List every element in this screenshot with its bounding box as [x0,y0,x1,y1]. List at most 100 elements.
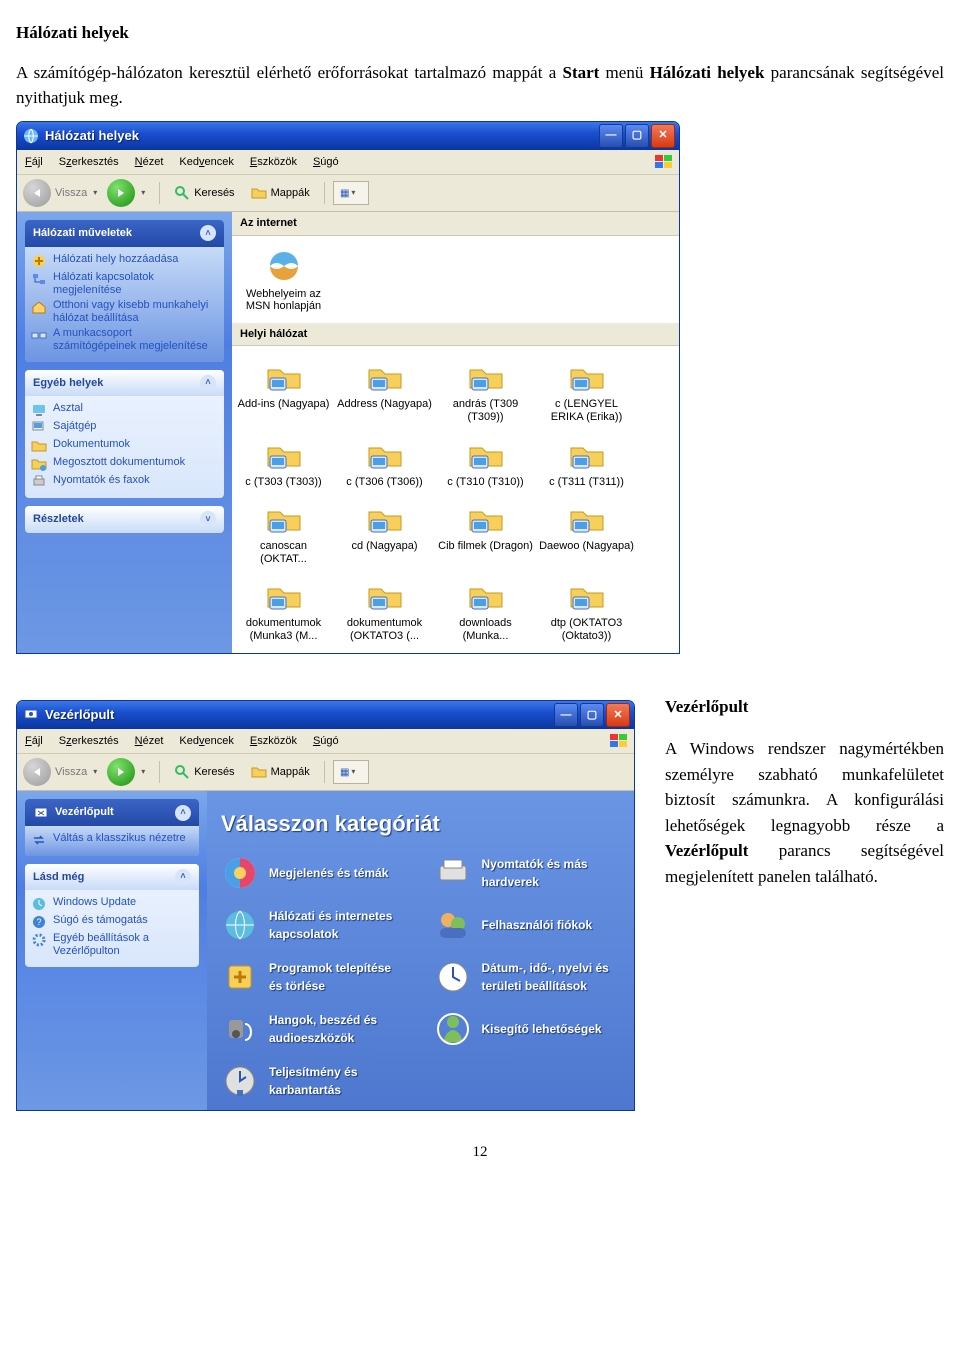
menubar: Fájl Szerkesztés Nézet Kedvencek Eszközö… [17,150,679,176]
share-icon [466,498,506,538]
control-panel-icon [33,805,49,821]
sidebar-item-printers[interactable]: Nyomtatók és faxok [31,474,218,490]
category-item[interactable]: Hangok, beszéd és audioeszközök [221,1010,408,1048]
network-share-item[interactable]: c (T306 (T306)) [337,430,432,493]
collapse-icon[interactable]: ˄ [175,805,191,821]
group-lan-header: Helyi hálózat [232,323,679,347]
maximize-button[interactable]: ▢ [625,124,649,148]
sidebar-item-other-settings[interactable]: Egyéb beállítások a Vezérlőpulton [31,932,193,958]
network-share-item[interactable]: canoscan (OKTAT... [236,494,331,569]
sidebar-item-add-place[interactable]: Hálózati hely hozzáadása [31,253,218,269]
share-icon [264,434,304,474]
back-dropdown[interactable]: ▾ [91,187,103,199]
sidebar-item-connections[interactable]: Hálózati kapcsolatok megjelenítése [31,271,218,297]
sidebar-item-workgroup[interactable]: A munkacsoport számítógépeinek megjelení… [31,327,218,353]
folders-button[interactable]: Mappák [245,762,316,783]
forward-dropdown[interactable]: ▾ [139,187,151,199]
share-icon [264,356,304,396]
sidebar-item-documents[interactable]: Dokumentumok [31,438,218,454]
network-share-item[interactable]: dokumentumok (OKTATO3 (... [337,571,432,646]
maximize-button[interactable]: ▢ [580,703,604,727]
menu-tools[interactable]: Eszközök [248,732,299,751]
collapse-icon[interactable]: ˄ [175,869,191,885]
close-button[interactable]: ✕ [651,124,675,148]
section-title: Hálózati helyek [16,20,944,46]
search-icon [174,185,190,201]
menu-edit[interactable]: Szerkesztés [57,153,121,172]
sidebar-item-home-network[interactable]: Otthoni vagy kisebb munkahelyi hálózat b… [31,299,218,325]
network-share-item[interactable]: c (T310 (T310)) [438,430,533,493]
sidebar-item-windows-update[interactable]: Windows Update [31,896,193,912]
category-icon [221,958,259,996]
search-button[interactable]: Keresés [168,762,240,783]
network-share-item[interactable]: downloads (Munka... [438,571,533,646]
category-item[interactable]: Dátum-, idő-, nyelvi és területi beállít… [434,958,621,996]
network-share-item[interactable]: c (T311 (T311)) [539,430,634,493]
category-item[interactable]: Felhasználói fiókok [434,906,621,944]
category-item[interactable]: Kisegítő lehetőségek [434,1010,621,1048]
category-icon [221,906,259,944]
network-share-item[interactable]: dokumentumok (Munka3 (M... [236,571,331,646]
category-heading: Válasszon kategóriát [221,807,620,840]
sidebar: Vezérlőpult˄ Váltás a klasszikus nézetre… [17,791,207,1110]
group-internet-header: Az internet [232,212,679,236]
search-label: Keresés [194,185,234,202]
share-icon [567,356,607,396]
sidebar-item-mycomputer[interactable]: Sajátgép [31,420,218,436]
search-button[interactable]: Keresés [168,183,240,204]
category-item[interactable]: Nyomtatók és más hardverek [434,854,621,892]
network-share-item[interactable]: Address (Nagyapa) [337,352,432,427]
panel-header[interactable]: Hálózati műveletek ˄ [25,220,224,247]
printers-icon [31,474,47,490]
page-number: 12 [16,1141,944,1164]
network-share-item[interactable]: Daewoo (Nagyapa) [539,494,634,569]
category-item[interactable]: Megjelenés és témák [221,854,408,892]
share-icon [365,498,405,538]
category-item[interactable]: Teljesítmény és karbantartás [221,1062,408,1100]
category-item[interactable]: Hálózati és internetes kapcsolatok [221,906,408,944]
network-share-item[interactable]: dtp (OKTATO3 (Oktato3)) [539,571,634,646]
titlebar[interactable]: Vezérlőpult — ▢ ✕ [17,701,634,729]
sidebar-item-help-support[interactable]: ?Súgó és támogatás [31,914,193,930]
network-share-item[interactable]: andrás (T309 (T309)) [438,352,533,427]
menu-favorites[interactable]: Kedvencek [177,153,235,172]
menu-file[interactable]: Fájl [23,153,45,172]
network-share-item[interactable]: Cib filmek (Dragon) [438,494,533,569]
menu-favorites[interactable]: Kedvencek [177,732,235,751]
titlebar[interactable]: Hálózati helyek — ▢ ✕ [17,122,679,150]
back-dropdown[interactable]: ▾ [91,766,103,778]
forward-dropdown[interactable]: ▾ [139,766,151,778]
menu-view[interactable]: Nézet [133,732,166,751]
network-share-item[interactable]: c (LENGYEL ERIKA (Erika)) [539,352,634,427]
sidebar-item-classic-view[interactable]: Váltás a klasszikus nézetre [31,832,193,848]
folders-button[interactable]: Mappák [245,183,316,204]
category-item[interactable]: Programok telepítése és törlése [221,958,408,996]
network-share-item[interactable]: cd (Nagyapa) [337,494,432,569]
minimize-button[interactable]: — [554,703,578,727]
menu-help[interactable]: Súgó [311,732,341,751]
internet-item[interactable]: Webhelyeim az MSN honlapján [236,242,331,317]
sidebar-item-shared-docs[interactable]: Megosztott dokumentumok [31,456,218,472]
window-control-panel: Vezérlőpult — ▢ ✕ Fájl Szerkesztés Nézet… [16,700,635,1112]
views-button[interactable]: ▦▾ [333,181,369,205]
menu-help[interactable]: Súgó [311,153,341,172]
forward-button[interactable] [107,179,135,207]
sidebar-item-desktop[interactable]: Asztal [31,402,218,418]
menu-edit[interactable]: Szerkesztés [57,732,121,751]
close-button[interactable]: ✕ [606,703,630,727]
menu-file[interactable]: Fájl [23,732,45,751]
minimize-button[interactable]: — [599,124,623,148]
share-icon [466,434,506,474]
network-share-item[interactable]: Add-ins (Nagyapa) [236,352,331,427]
menu-view[interactable]: Nézet [133,153,166,172]
network-share-item[interactable]: c (T303 (T303)) [236,430,331,493]
back-button[interactable] [23,179,51,207]
forward-button[interactable] [107,758,135,786]
back-button[interactable] [23,758,51,786]
menu-tools[interactable]: Eszközök [248,153,299,172]
folders-icon [251,185,267,201]
collapse-icon[interactable]: ˄ [200,375,216,391]
views-button[interactable]: ▦▾ [333,760,369,784]
collapse-icon[interactable]: ˄ [200,225,216,241]
expand-icon[interactable]: ˅ [200,511,216,527]
